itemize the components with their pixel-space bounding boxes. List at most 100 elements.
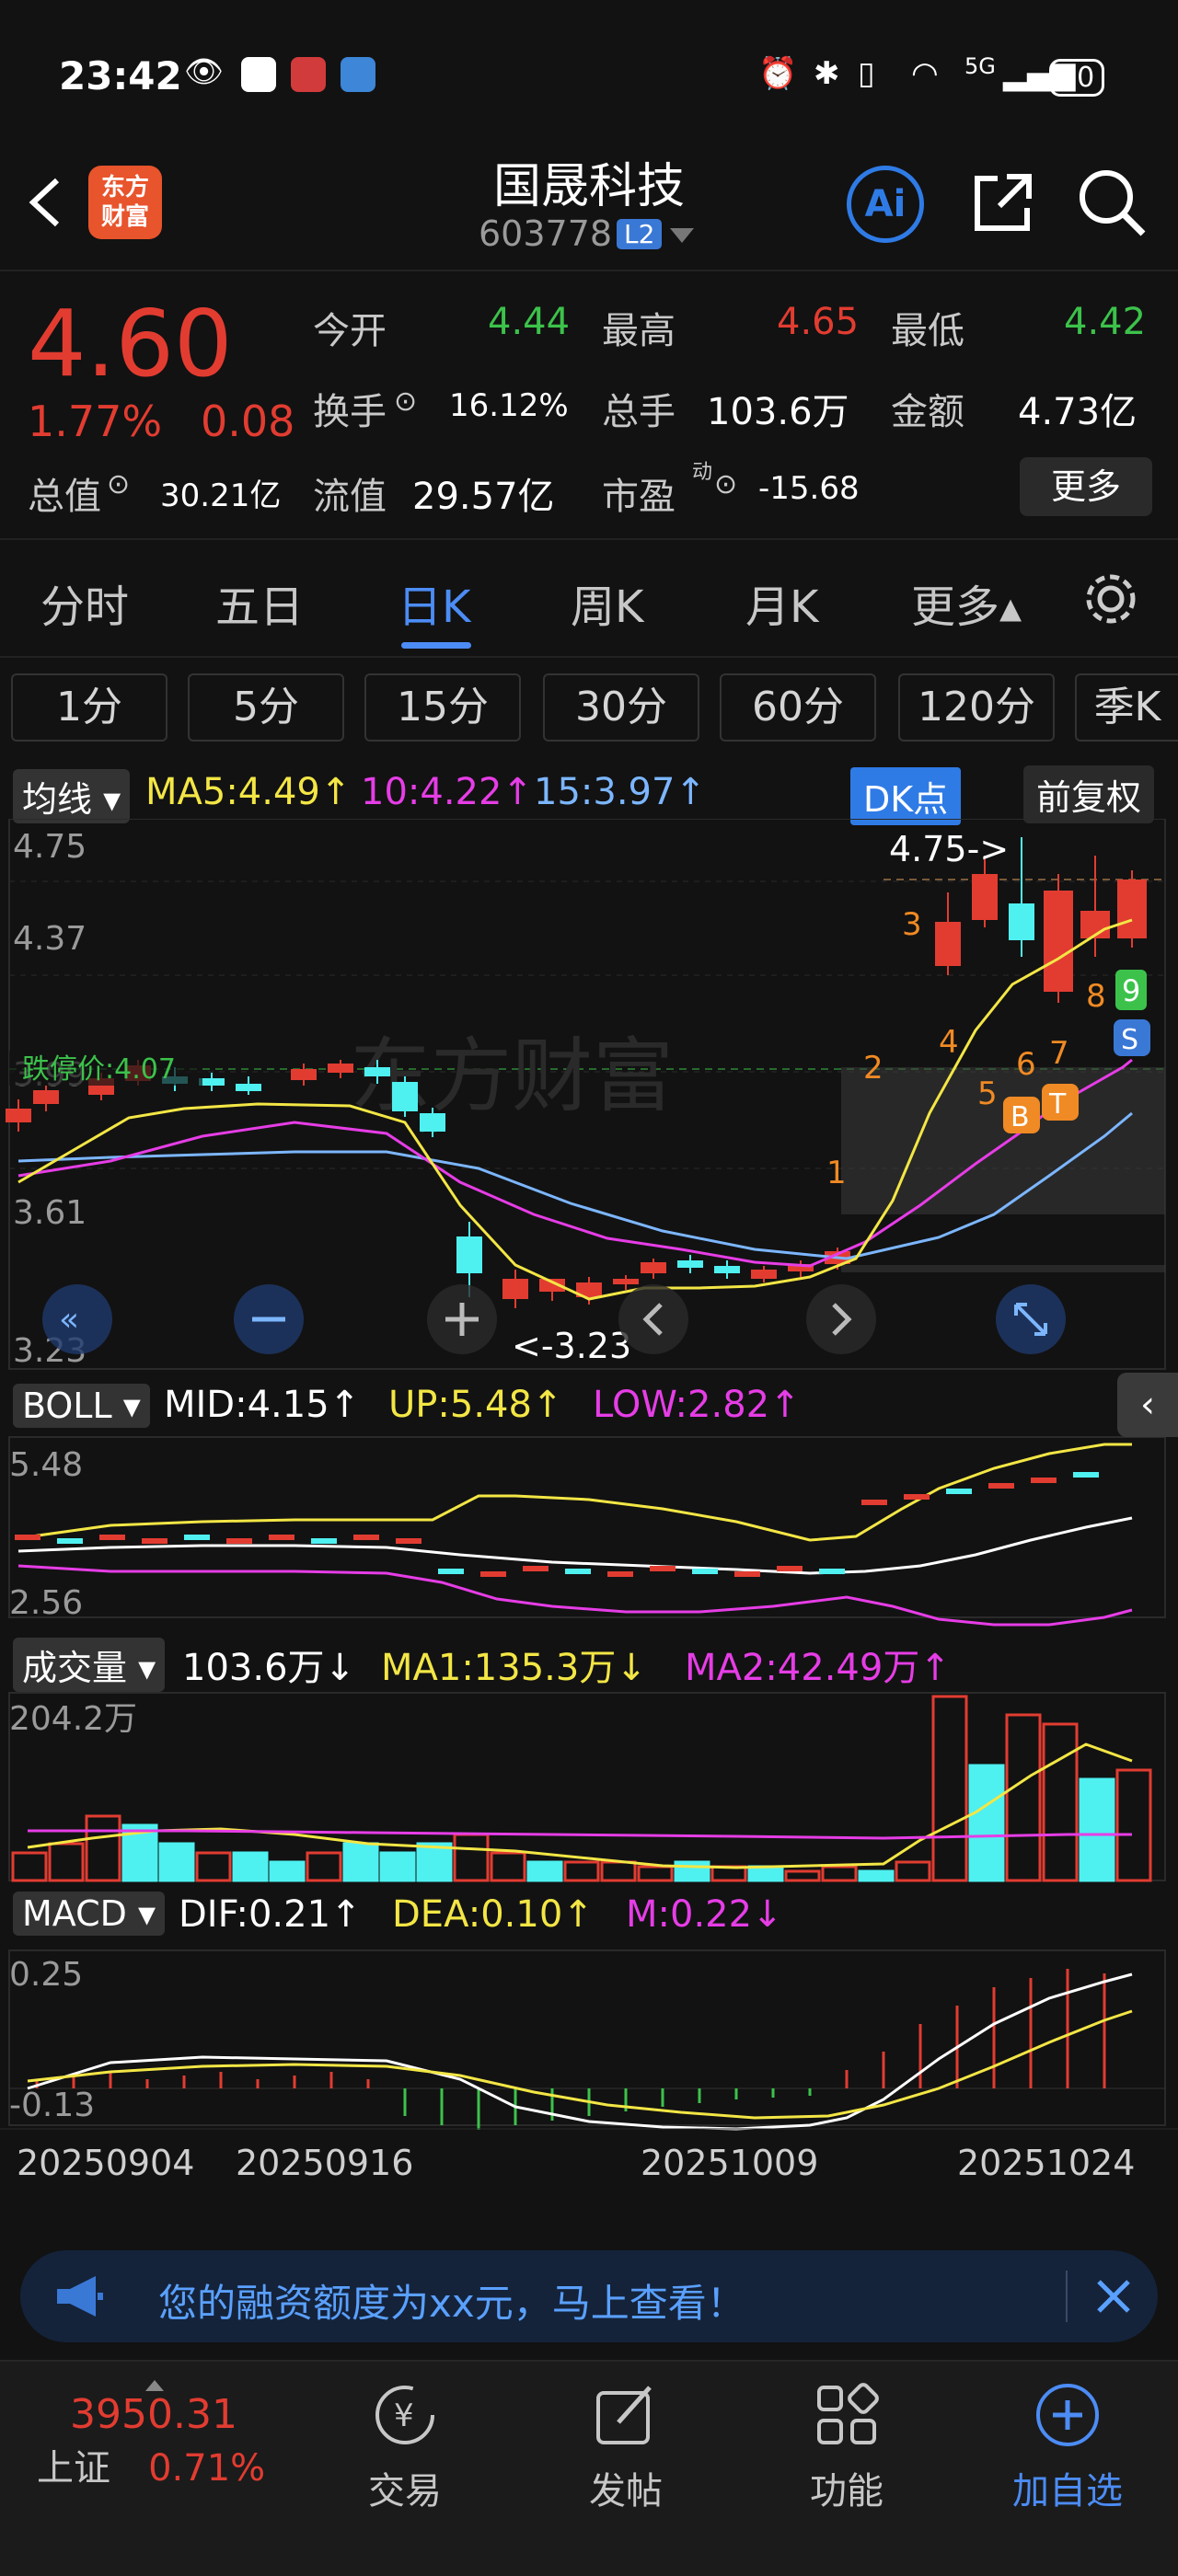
volume-bar [931,1695,968,1882]
current-price: 4.60 [28,290,233,397]
td-number: 3 [902,906,922,943]
stock-code: 603778 [479,213,613,254]
nav-add-watchlist[interactable]: 加自选 [976,2380,1160,2514]
boll-candle [480,1571,506,1577]
macd-selector[interactable]: MACD ▾ [13,1892,166,1936]
candle-body [364,1067,390,1076]
wifi-icon: ◠ [911,55,939,92]
y-axis-mid: 3.61 [13,1194,87,1232]
more-button[interactable]: 更多 [1020,457,1152,516]
tab-weekly-k[interactable]: 周K [571,570,643,635]
pe-label: 市盈 [602,476,676,518]
step-left-button[interactable] [618,1284,688,1354]
volume-selector[interactable]: 成交量 ▾ [13,1638,166,1692]
volume-bar [563,1860,600,1882]
boll-mid: MID:4.15↑ [164,1384,361,1426]
high-value: 4.65 [777,301,860,343]
search-icon[interactable] [1075,166,1149,239]
td-number: 9 [1122,973,1140,1008]
boll-candle [1031,1478,1057,1483]
volume-bars [11,1695,1152,1882]
ai-button[interactable]: Ai [847,166,924,243]
info-icon[interactable]: ⊙ [107,468,130,500]
change-percent: 1.77% [28,397,163,446]
macd-y-low: -0.13 [9,2087,95,2124]
grid-icon [817,2383,879,2444]
level2-badge[interactable]: L2 [617,219,663,249]
candle-body [935,922,961,966]
candle-body [1044,891,1073,992]
candle-body [456,1236,482,1273]
bluetooth-icon: ✱ [814,55,840,92]
collapse-panel-button[interactable]: ‹ [1117,1373,1178,1437]
candle-body [1117,880,1147,938]
boll-candle [692,1569,718,1574]
nav-function[interactable]: 功能 [755,2380,939,2514]
boll-candle [353,1535,379,1540]
tab-daily-k[interactable]: 日K [398,570,470,635]
candle-body [328,1064,353,1073]
volume-bar [747,1865,784,1882]
interval-5min[interactable]: 5分 [188,673,344,742]
quote-panel: 4.60 1.77% 0.08 总值 ⊙ 30.21亿 今开 4.44 最高 4… [0,273,1178,540]
y-axis-mid: 4.37 [13,920,87,958]
candle-body [714,1266,740,1273]
tab-intraday[interactable]: 分时 [40,570,129,635]
volume-ma2: MA2:42.49万↑ [685,1647,951,1689]
volume-bar [342,1842,379,1882]
volume-bar [1115,1768,1152,1882]
adjust-button[interactable]: 前复权 [1023,765,1155,823]
interval-60min[interactable]: 60分 [720,673,876,742]
boll-candle [777,1566,803,1571]
index-change: 0.71% [148,2447,266,2490]
boll-candle [396,1538,422,1544]
financing-banner[interactable]: 您的融资额度为xx元，马上查看！ [20,2250,1158,2342]
divider [1066,2271,1068,2322]
kline-chart[interactable]: 东方财富 3 2 4 5 6 7 8 9 1 B T S K 4.75 4.37… [0,819,1178,2226]
tab-five-day[interactable]: 五日 [215,570,304,635]
step-right-button[interactable] [806,1284,876,1354]
change-value: 0.08 [201,397,295,446]
boll-candle [15,1535,40,1540]
td-number: 2 [863,1050,884,1087]
boll-low-line [17,1564,1133,1627]
candle-body [6,1109,31,1122]
chevron-down-icon[interactable] [670,228,694,245]
interval-quarter[interactable]: 季K [1075,673,1178,742]
dk-point-button[interactable]: DK点 [850,767,962,825]
tab-monthly-k[interactable]: 月K [745,570,818,635]
share-icon[interactable] [966,166,1040,239]
interval-1min[interactable]: 1分 [11,673,167,742]
stock-header: 东方 财富 国晟科技 603778 L2 Ai [0,138,1178,271]
ma-selector[interactable]: 均线 ▾ [13,769,131,823]
interval-120min[interactable]: 120分 [898,673,1055,742]
svg-text:¥: ¥ [394,2398,414,2434]
interval-15min[interactable]: 15分 [364,673,521,742]
candle-body [751,1270,777,1279]
settings-gear-icon[interactable] [1082,570,1139,627]
interval-30min[interactable]: 30分 [543,673,699,742]
candle-body [1009,903,1034,940]
close-icon[interactable] [1095,2278,1132,2315]
boll-candle [565,1569,591,1574]
volume-bar [48,1842,85,1882]
volume-bar [1042,1722,1079,1882]
candle-body [236,1084,261,1091]
boll-selector[interactable]: BOLL ▾ [13,1384,150,1428]
megaphone-icon [57,2276,103,2317]
candle-body [291,1069,317,1080]
tab-more[interactable]: 更多▴ [911,570,1022,635]
boll-candle [904,1494,930,1500]
volume-value: 103.6万 [707,391,849,433]
boll-candle [650,1566,676,1571]
info-icon[interactable]: ⊙ [714,468,737,500]
turnover-label: 换手 [313,391,387,433]
nav-post[interactable]: 发帖 [534,2380,718,2514]
eye-icon: 👁 [184,53,225,90]
candle-body [199,1078,225,1086]
info-icon[interactable]: ⊙ [394,385,417,418]
boll-candle [99,1535,125,1540]
boll-candle [142,1538,167,1544]
index-ticker[interactable]: 3950.31 上证 0.71% [37,2380,313,2491]
nav-trade[interactable]: ¥ 交易 [313,2380,497,2514]
